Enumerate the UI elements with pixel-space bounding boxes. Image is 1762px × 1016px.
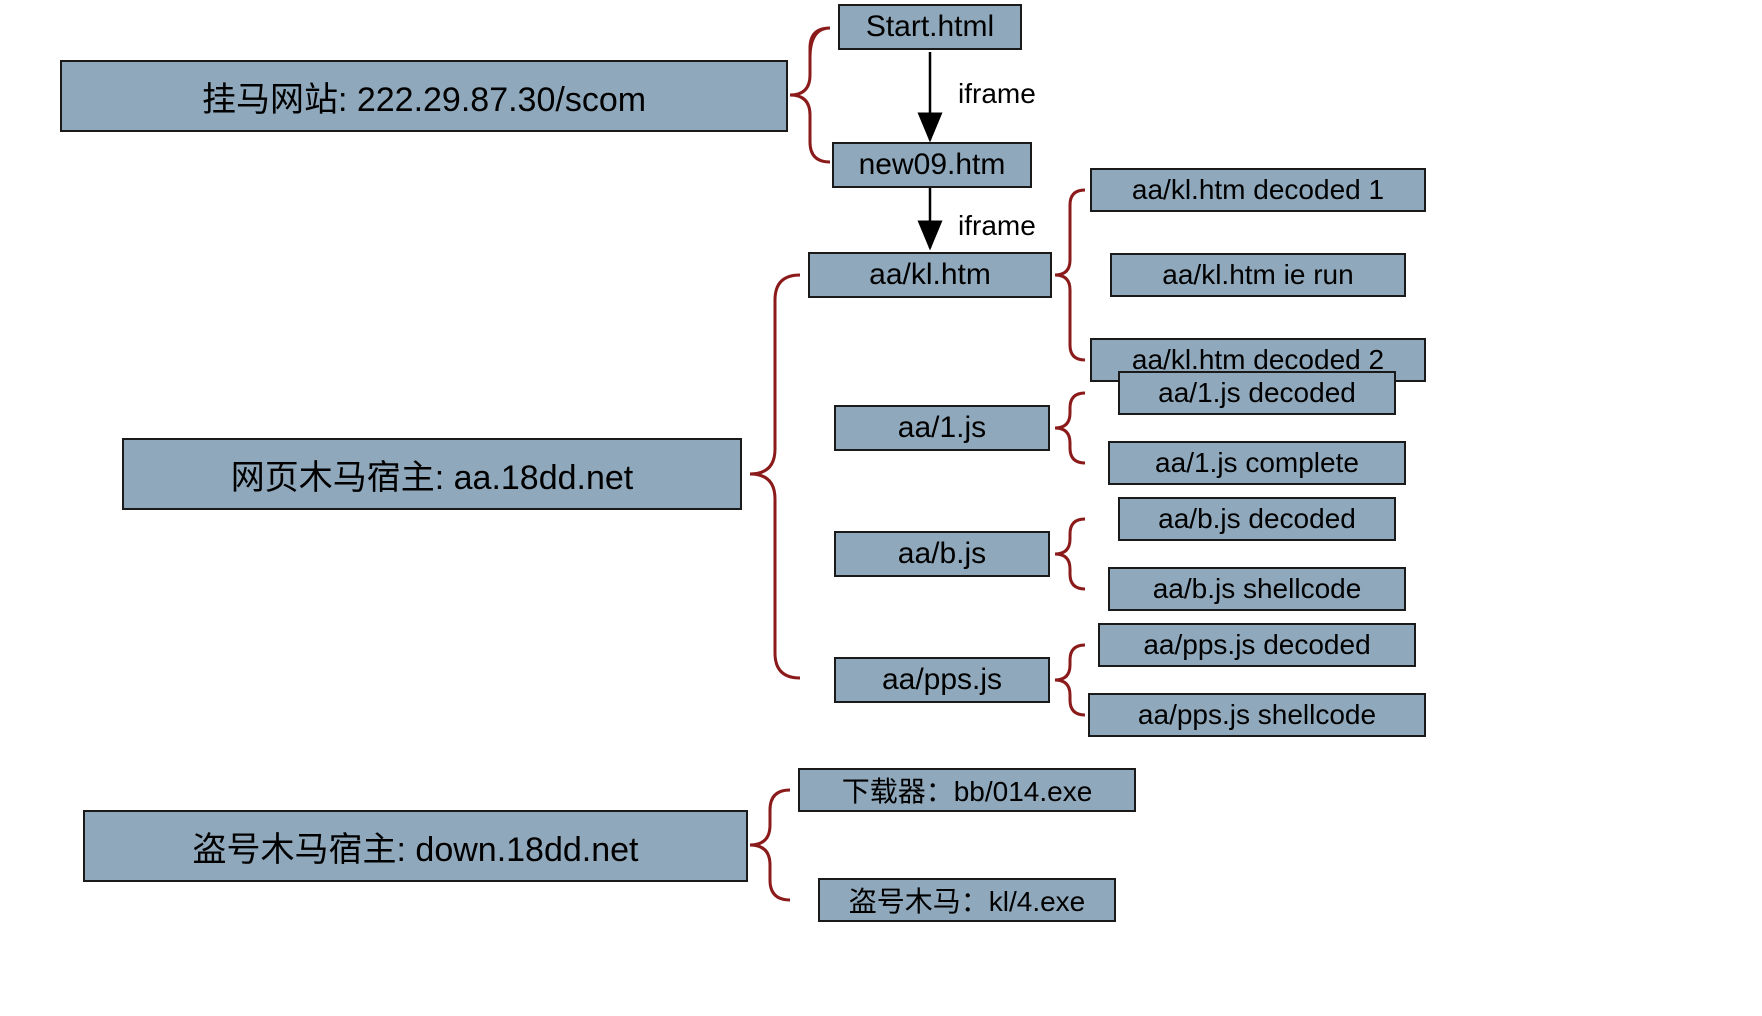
node-pps-js: aa/pps.js bbox=[834, 657, 1050, 703]
node-new09-htm: new09.htm bbox=[832, 142, 1032, 188]
node-ppsjs-shellcode: aa/pps.js shellcode bbox=[1088, 693, 1426, 737]
node-bjs-decoded-label: aa/b.js decoded bbox=[1158, 503, 1356, 535]
node-1-js: aa/1.js bbox=[834, 405, 1050, 451]
node-kl-htm: aa/kl.htm bbox=[808, 252, 1052, 298]
node-1-js-label: aa/1.js bbox=[898, 411, 986, 445]
label-iframe-1: iframe bbox=[958, 78, 1036, 110]
node-bjs-shellcode: aa/b.js shellcode bbox=[1108, 567, 1406, 611]
node-kl-decoded-1-label: aa/kl.htm decoded 1 bbox=[1132, 174, 1384, 206]
node-b-js: aa/b.js bbox=[834, 531, 1050, 577]
node-kl-decoded-1: aa/kl.htm decoded 1 bbox=[1090, 168, 1426, 212]
node-ppsjs-shellcode-label: aa/pps.js shellcode bbox=[1138, 699, 1376, 731]
node-start-html-label: Start.html bbox=[866, 10, 994, 44]
node-new09-htm-label: new09.htm bbox=[859, 148, 1006, 182]
root-site-3-label: 盗号木马宿主: down.18dd.net bbox=[193, 822, 639, 871]
node-downloader-exe: 下载器：bb/014.exe bbox=[798, 768, 1136, 812]
root-site-2: 网页木马宿主: aa.18dd.net bbox=[122, 438, 742, 510]
node-1js-decoded: aa/1.js decoded bbox=[1118, 371, 1396, 415]
node-b-js-label: aa/b.js bbox=[898, 537, 986, 571]
node-pps-js-label: aa/pps.js bbox=[882, 663, 1002, 697]
node-ppsjs-decoded: aa/pps.js decoded bbox=[1098, 623, 1416, 667]
node-kl-ie-run-label: aa/kl.htm ie run bbox=[1162, 259, 1353, 291]
node-kl-htm-label: aa/kl.htm bbox=[869, 258, 991, 292]
node-ppsjs-decoded-label: aa/pps.js decoded bbox=[1143, 629, 1370, 661]
node-bjs-decoded: aa/b.js decoded bbox=[1118, 497, 1396, 541]
node-bjs-shellcode-label: aa/b.js shellcode bbox=[1153, 573, 1362, 605]
root-site-2-label: 网页木马宿主: aa.18dd.net bbox=[231, 450, 634, 499]
node-kl-ie-run: aa/kl.htm ie run bbox=[1110, 253, 1406, 297]
node-start-html: Start.html bbox=[838, 4, 1022, 50]
node-1js-decoded-label: aa/1.js decoded bbox=[1158, 377, 1356, 409]
root-site-1: 挂马网站: 222.29.87.30/scom bbox=[60, 60, 788, 132]
node-downloader-exe-label: 下载器：bb/014.exe bbox=[842, 770, 1093, 810]
root-site-1-label: 挂马网站: 222.29.87.30/scom bbox=[202, 72, 646, 121]
label-iframe-2: iframe bbox=[958, 210, 1036, 242]
root-site-3: 盗号木马宿主: down.18dd.net bbox=[83, 810, 748, 882]
node-trojan-exe-label: 盗号木马：kl/4.exe bbox=[849, 880, 1086, 920]
node-trojan-exe: 盗号木马：kl/4.exe bbox=[818, 878, 1116, 922]
node-1js-complete-label: aa/1.js complete bbox=[1155, 447, 1359, 479]
node-1js-complete: aa/1.js complete bbox=[1108, 441, 1406, 485]
